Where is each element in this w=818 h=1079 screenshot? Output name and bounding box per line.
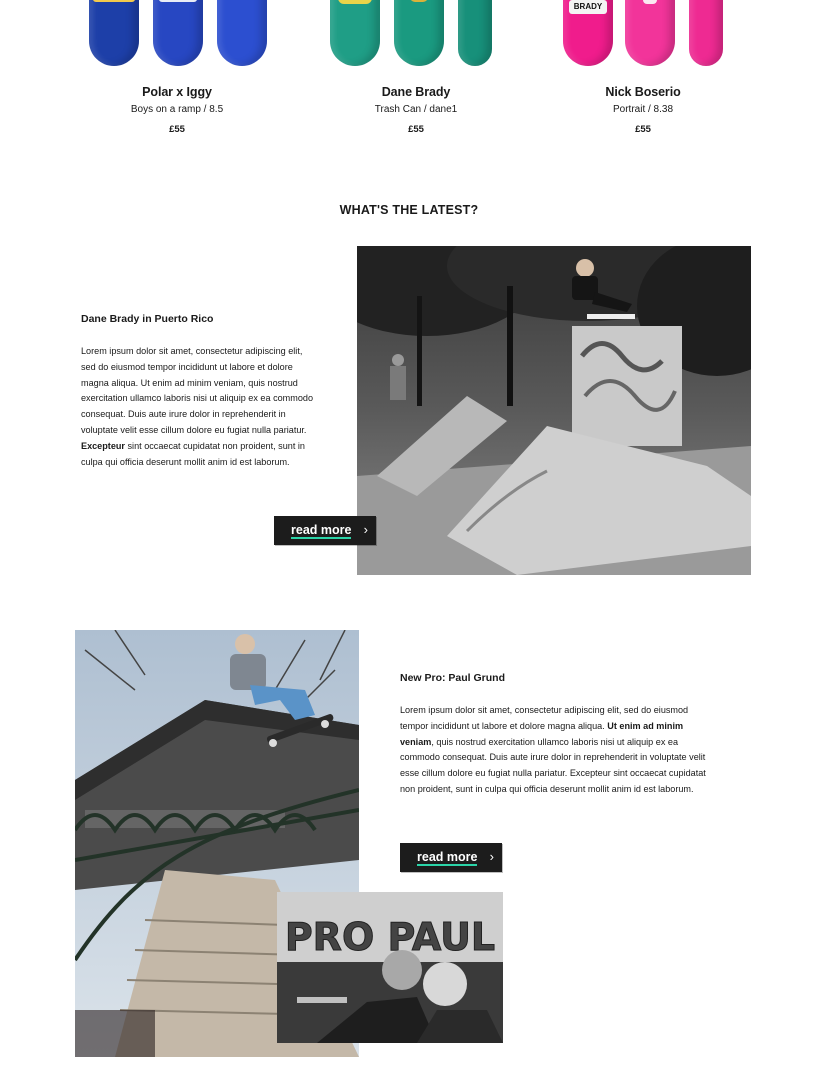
deck-image (217, 0, 267, 66)
deck-image (153, 0, 203, 66)
deck-image (330, 0, 380, 66)
product-image[interactable]: BRADY (543, 0, 743, 68)
product-variant: Boys on a ramp / 8.5 (130, 104, 224, 115)
article-title[interactable]: Dane Brady in Puerto Rico (81, 313, 213, 325)
article-title[interactable]: New Pro: Paul Grund (400, 672, 505, 684)
article-photo[interactable] (357, 246, 751, 575)
party-photo: PRO PAUL (277, 892, 503, 1043)
product-image[interactable] (77, 0, 277, 68)
deck-image (625, 0, 675, 66)
chevron-right-icon: › (489, 849, 494, 864)
deck-image (689, 0, 723, 66)
product-name[interactable]: Nick Boserio (543, 85, 743, 99)
read-more-button[interactable]: read more › (400, 843, 502, 872)
section-heading: WHAT'S THE LATEST? (339, 203, 479, 217)
read-more-label: read more (417, 850, 478, 866)
chevron-right-icon: › (363, 522, 368, 537)
product-card[interactable]: BRADY Nick Boserio Portrait / 8.38 £55 (543, 0, 743, 135)
product-name[interactable]: Polar x Iggy (77, 85, 277, 99)
product-price: £55 (408, 124, 424, 135)
deck-image (394, 0, 444, 66)
product-variant: Trash Can / dane1 (374, 104, 458, 115)
deck-image: BRADY (563, 0, 613, 66)
product-image[interactable] (316, 0, 516, 68)
product-price: £55 (635, 124, 651, 135)
article-excerpt: Lorem ipsum dolor sit amet, consectetur … (400, 705, 706, 794)
deck-print-label: BRADY (569, 0, 607, 14)
product-card[interactable]: Dane Brady Trash Can / dane1 £55 (316, 0, 516, 135)
read-more-button[interactable]: read more › (274, 516, 376, 545)
article-excerpt: Lorem ipsum dolor sit amet, consectetur … (81, 346, 314, 467)
product-variant: Portrait / 8.38 (612, 104, 674, 115)
read-more-label: read more (291, 523, 352, 539)
deck-image (458, 0, 492, 66)
product-price: £55 (169, 124, 185, 135)
product-name[interactable]: Dane Brady (316, 85, 516, 99)
balloon-letters: PRO PAUL (285, 915, 495, 959)
product-card[interactable]: Polar x Iggy Boys on a ramp / 8.5 £55 (77, 0, 277, 135)
deck-image (89, 0, 139, 66)
skatepark-photo (357, 246, 751, 575)
article-inset-photo[interactable]: PRO PAUL (277, 892, 503, 1043)
